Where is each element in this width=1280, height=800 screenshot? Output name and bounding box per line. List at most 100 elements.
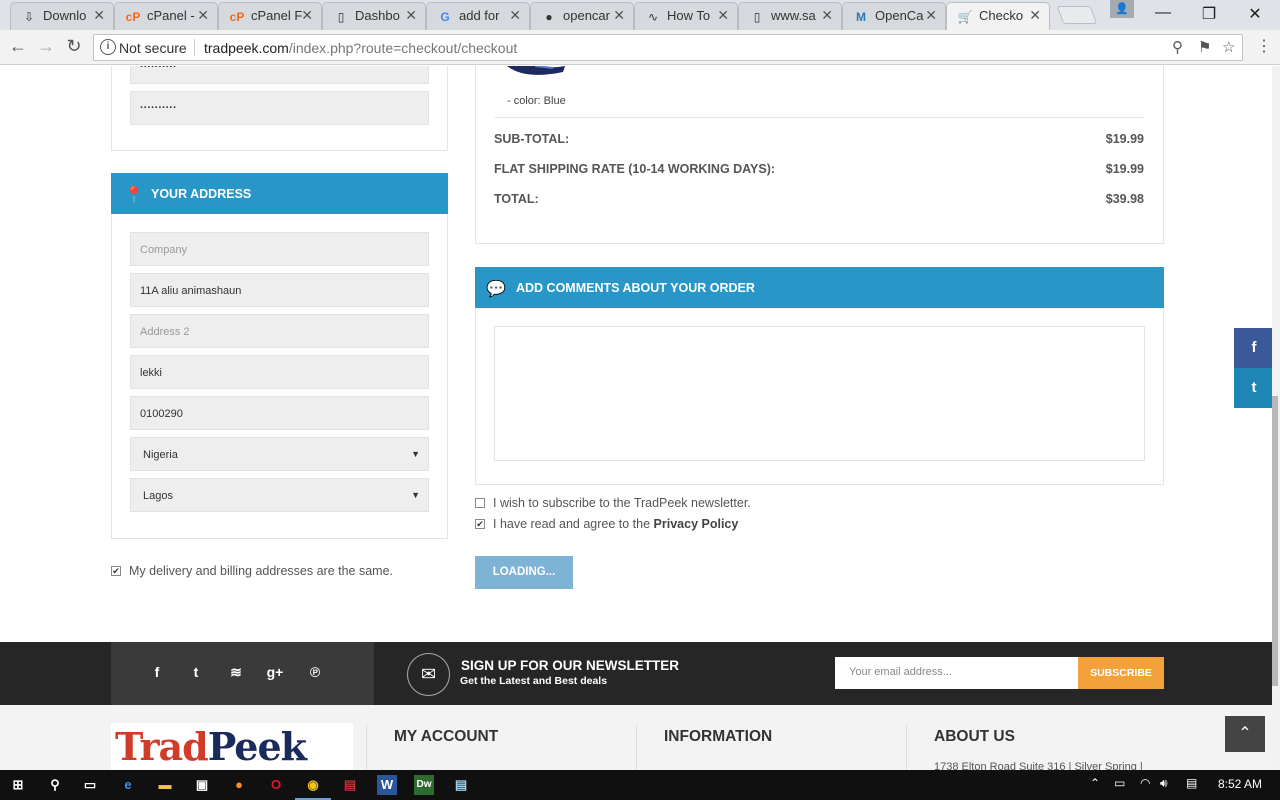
region-select[interactable]: Lagos [130, 478, 429, 512]
address-panel-header: 📍 YOUR ADDRESS [111, 173, 448, 214]
tab-github[interactable]: ● opencar ✕ [530, 2, 634, 30]
privacy-policy-link[interactable]: Privacy Policy [654, 517, 739, 531]
same-address-label: My delivery and billing addresses are th… [129, 564, 394, 578]
tab-cpanel-2[interactable]: cP cPanel F ✕ [218, 2, 322, 30]
tab-google-search[interactable]: G add for ✕ [426, 2, 530, 30]
envelope-icon: ✉ [407, 653, 450, 696]
google-plus-icon[interactable]: g+ [265, 664, 285, 680]
tab-close-icon[interactable]: ✕ [197, 7, 209, 24]
newsletter-subtitle: Get the Latest and Best deals [460, 675, 608, 687]
page-scrollbar[interactable] [1272, 66, 1280, 770]
twitter-share-button[interactable]: t [1234, 368, 1274, 408]
url-text[interactable]: tradpeek.com/index.php?route=checkout/ch… [204, 40, 517, 56]
facebook-icon[interactable]: f [147, 664, 167, 680]
back-icon[interactable]: ← [6, 36, 30, 57]
firefox-icon[interactable]: ● [229, 775, 249, 795]
pinterest-icon[interactable]: ℗ [305, 664, 325, 680]
comments-textarea[interactable] [494, 326, 1145, 461]
tab-dashboard[interactable]: ▯ Dashbo ✕ [322, 2, 426, 30]
subtotal-value: $19.99 [1105, 132, 1144, 146]
tray-overflow-icon[interactable]: ⌃ [1090, 776, 1100, 790]
tab-close-icon[interactable]: ✕ [405, 7, 417, 24]
city-field[interactable]: lekki [130, 355, 429, 389]
tab-close-icon[interactable]: ✕ [509, 7, 521, 24]
footer-heading-about-us: ABOUT US [934, 728, 1015, 745]
twitter-icon[interactable]: t [186, 664, 206, 680]
chrome-icon[interactable]: ◉ [303, 775, 323, 795]
back-to-top-button[interactable]: ⌃ [1225, 716, 1265, 752]
edge-icon[interactable]: e [118, 775, 138, 795]
tab-www[interactable]: ▯ www.sa ✕ [738, 2, 842, 30]
product-option: - color: Blue [507, 95, 566, 107]
info-icon[interactable]: i [100, 39, 116, 55]
tab-close-icon[interactable]: ✕ [301, 7, 313, 24]
notifications-icon[interactable]: ▤ [1186, 776, 1197, 790]
tab-howto[interactable]: ∿ How To ✕ [634, 2, 738, 30]
postcode-field[interactable]: 0100290 [130, 396, 429, 430]
privacy-checkbox[interactable]: ✔ [475, 519, 485, 529]
wifi-icon[interactable]: ◠ [1140, 776, 1150, 790]
country-select[interactable]: Nigeria [130, 437, 429, 471]
newsletter-email-input[interactable]: Your email address... [835, 657, 1079, 689]
volume-icon[interactable]: 🔊︎ [1160, 776, 1168, 791]
rss-icon[interactable]: ≋ [226, 664, 246, 681]
close-window-icon[interactable]: ✕ [1240, 4, 1270, 24]
battery-icon[interactable]: ▭ [1114, 776, 1125, 790]
address1-field[interactable]: 11A aliu animashaun [130, 273, 429, 307]
tab-close-icon[interactable]: ✕ [717, 7, 729, 24]
tab-opencart[interactable]: M OpenCa ✕ [842, 2, 946, 30]
reload-icon[interactable]: ↻ [62, 36, 86, 57]
total-row: TOTAL: $39.98 [494, 192, 1144, 206]
task-view-icon[interactable]: ▭ [80, 775, 100, 795]
restore-icon[interactable]: ❐ [1194, 4, 1224, 24]
tab-close-icon[interactable]: ✕ [613, 7, 625, 24]
tab-close-icon[interactable]: ✕ [821, 7, 833, 24]
page-icon: ▯ [753, 10, 761, 24]
company-field[interactable]: Company [130, 232, 429, 266]
browser-menu-icon[interactable]: ⋮ [1256, 36, 1272, 56]
tab-close-icon[interactable]: ✕ [925, 7, 937, 24]
store-icon[interactable]: ▣ [192, 775, 212, 795]
shipping-value: $19.99 [1105, 162, 1144, 176]
tab-downloads[interactable]: ⇩ Downlo ✕ [10, 2, 114, 30]
dreamweaver-icon[interactable]: Dw [414, 775, 434, 795]
zoom-icon[interactable]: ⚲ [1172, 38, 1183, 56]
tab-cpanel-1[interactable]: cP cPanel - ✕ [114, 2, 218, 30]
tab-checkout[interactable]: 🛒 Checko ✕ [946, 2, 1050, 30]
bookmark-star-icon[interactable]: ☆ [1222, 38, 1235, 56]
subscribe-button[interactable]: SUBSCRIBE [1078, 657, 1164, 689]
facebook-share-button[interactable]: f [1234, 328, 1274, 368]
extension-icon[interactable]: ⚑ [1198, 38, 1211, 56]
scrollbar-thumb[interactable] [1272, 396, 1278, 686]
word-icon[interactable]: W [377, 775, 397, 795]
address-bar[interactable]: i Not secure tradpeek.com/index.php?rout… [93, 34, 1243, 61]
password-field[interactable]: ·········· [130, 66, 429, 84]
file-explorer-icon[interactable]: ▬ [155, 775, 175, 795]
new-tab-button[interactable] [1056, 6, 1098, 24]
comments-panel-title: ADD COMMENTS ABOUT YOUR ORDER [516, 281, 755, 295]
profile-icon[interactable]: 👤 [1110, 0, 1134, 18]
newsletter-checkbox[interactable] [475, 498, 485, 508]
forward-icon[interactable]: → [34, 36, 58, 57]
address2-field[interactable]: Address 2 [130, 314, 429, 348]
same-address-checkbox[interactable]: ✔ [111, 566, 121, 576]
winrar-icon[interactable]: ▤ [340, 775, 360, 795]
confirm-order-button[interactable]: LOADING... [475, 556, 573, 589]
search-icon[interactable]: ⚲ [45, 775, 65, 795]
security-label[interactable]: Not secure [119, 40, 187, 56]
tradpeek-logo[interactable]: TradPeek [111, 723, 353, 770]
wave-icon: ∿ [647, 10, 659, 24]
taskbar-clock[interactable]: 8:52 AM [1218, 777, 1262, 791]
windows-start-icon[interactable]: ⊞ [8, 775, 28, 795]
subtotal-label: SUB-TOTAL: [494, 132, 570, 146]
minimize-icon[interactable]: — [1148, 4, 1178, 22]
confirm-password-field[interactable]: ·········· [130, 91, 429, 125]
tab-close-icon[interactable]: ✕ [93, 7, 105, 24]
opera-icon[interactable]: O [266, 775, 286, 795]
notepad-icon[interactable]: ▤ [451, 775, 471, 795]
newsletter-check-label: I wish to subscribe to the TradPeek news… [493, 496, 751, 510]
tab-close-icon[interactable]: ✕ [1029, 7, 1041, 24]
cpanel-icon: cP [125, 10, 141, 24]
divider [194, 39, 195, 56]
opencart-icon: M [856, 10, 866, 24]
